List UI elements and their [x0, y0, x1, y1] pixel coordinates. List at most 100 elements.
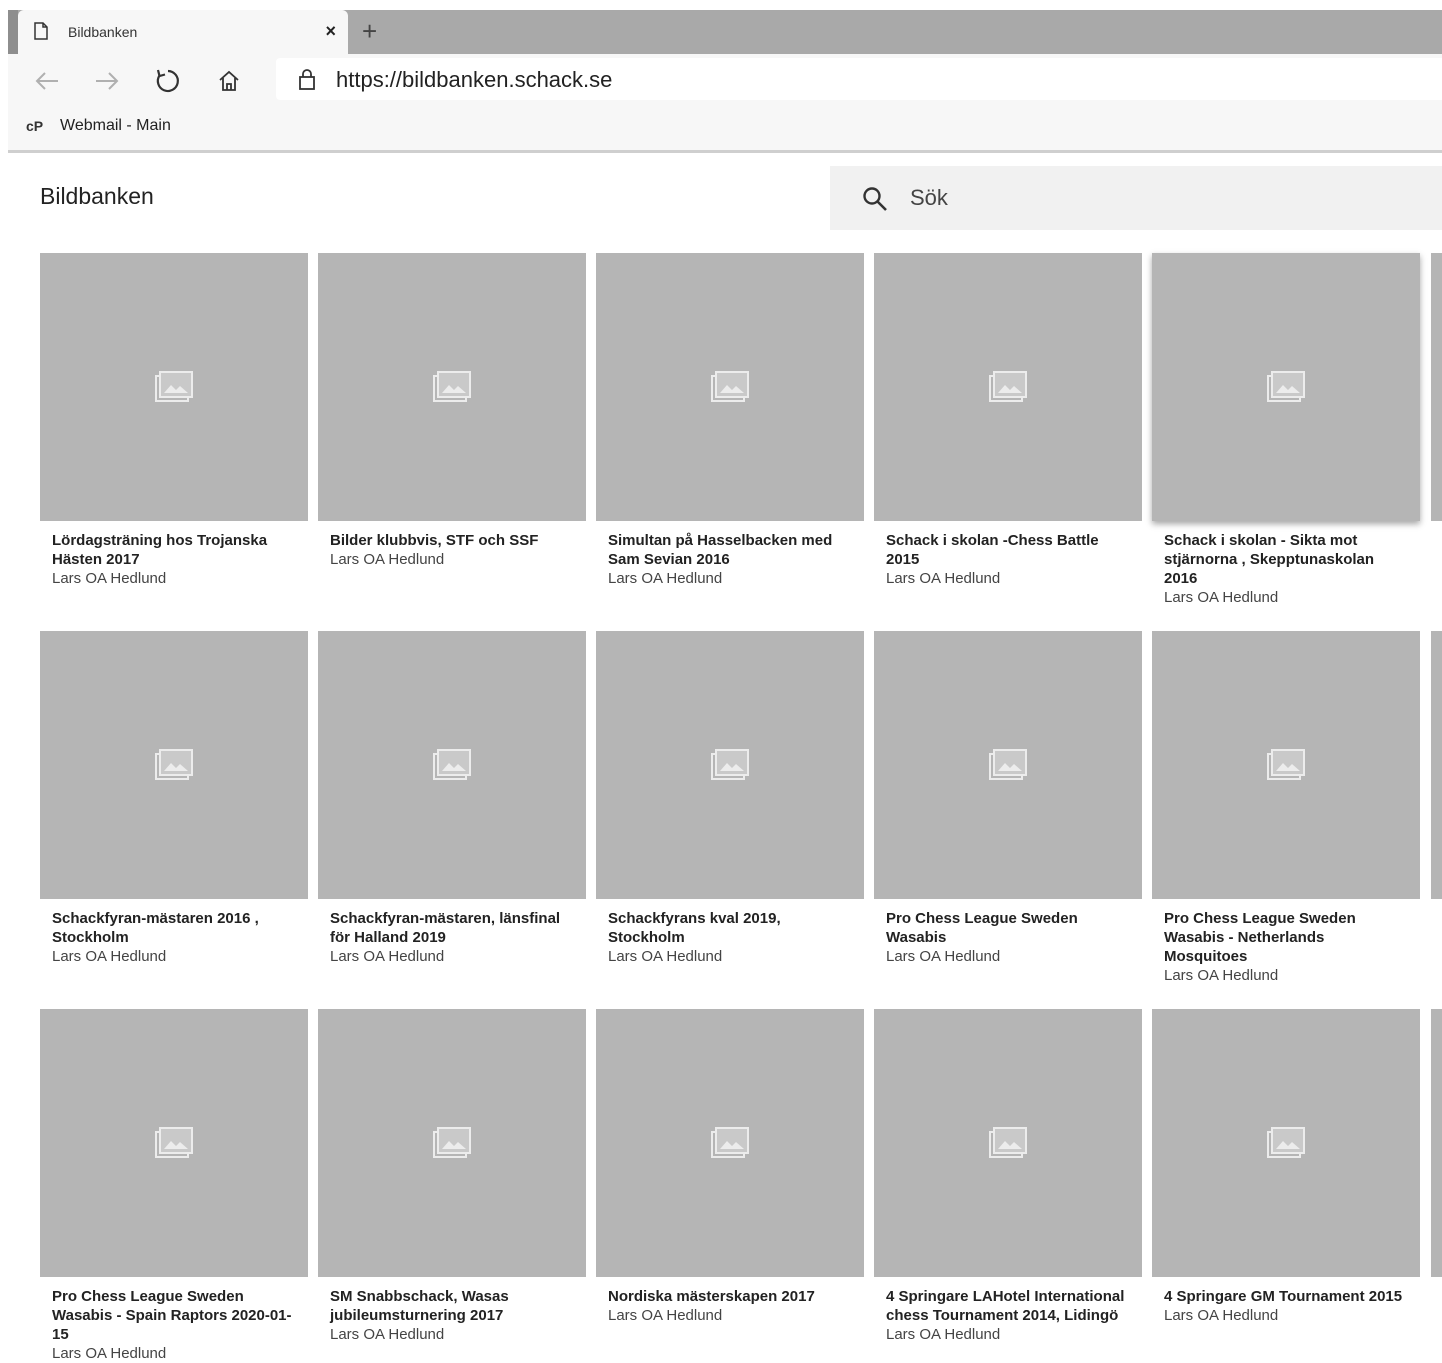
album-author: Lars OA Hedlund [330, 1326, 445, 1343]
album-thumbnail[interactable] [318, 253, 586, 521]
photo-placeholder-icon [433, 371, 471, 402]
album-thumbnail[interactable] [874, 253, 1142, 521]
album-thumbnail[interactable] [40, 253, 308, 521]
arrow-left-icon [35, 72, 58, 90]
album-card[interactable]: Pro Chess League Sweden Wasabis Lars OA H… [874, 631, 1142, 966]
album-author: Lars OA Hedlund [52, 948, 167, 965]
forward-button[interactable] [92, 66, 122, 96]
album-thumbnail[interactable] [596, 631, 864, 899]
page-icon [34, 22, 48, 40]
album-thumbnail[interactable] [40, 1009, 308, 1277]
photo-placeholder-icon [989, 1127, 1027, 1158]
album-title[interactable]: Schack i skolan -Chess Battle 2015 [886, 531, 1130, 569]
search-box[interactable] [830, 166, 1442, 230]
address-bar[interactable]: https://bildbanken.schack.se [276, 58, 1442, 100]
album-title[interactable]: 4 Springare GM Tournament 2015 [1164, 1287, 1408, 1306]
album-title[interactable]: Schackfyran-mästaren, länsfinal för Hall… [330, 909, 574, 947]
page-title[interactable]: Bildbanken [40, 183, 154, 210]
tab-bildbanken[interactable]: Bildbanken × [18, 10, 348, 54]
album-title[interactable]: Pro Chess League Sweden Wasabis - Nether… [1164, 909, 1408, 966]
bookmark-favicon-icon: cP [26, 118, 44, 134]
photo-placeholder-icon [989, 749, 1027, 780]
album-thumbnail[interactable] [874, 631, 1142, 899]
album-card[interactable]: SM Snabbschack, Wasas jubileumsturnering… [318, 1009, 586, 1344]
album-author: Lars OA Hedlund [330, 551, 445, 568]
url-text: https://bildbanken.schack.se [336, 67, 613, 92]
bookmark-webmail[interactable]: Webmail - Main [60, 117, 171, 135]
album-author: Lars OA Hedlund [330, 948, 445, 965]
album-thumbnail[interactable] [1152, 1009, 1420, 1277]
back-button[interactable] [32, 66, 62, 96]
album-thumbnail-partial[interactable] [1431, 631, 1442, 899]
album-title[interactable]: 4 Springare LAHotel International chess … [886, 1287, 1130, 1325]
album-card[interactable]: Lördagsträning hos Trojanska Hästen 2017… [40, 253, 308, 588]
album-card[interactable]: Schackfyran-mästaren 2016 , Stockholm Lar… [40, 631, 308, 966]
photo-placeholder-icon [711, 749, 749, 780]
album-author: Lars OA Hedlund [1164, 589, 1279, 606]
album-card[interactable]: Schack i skolan - Sikta mot stjärnorna ,… [1152, 253, 1420, 607]
photo-placeholder-icon [155, 749, 193, 780]
photo-placeholder-icon [433, 749, 471, 780]
album-author: Lars OA Hedlund [886, 570, 1001, 587]
album-thumbnail-partial[interactable] [1431, 1009, 1442, 1277]
album-thumbnail[interactable] [874, 1009, 1142, 1277]
album-card[interactable]: Pro Chess League Sweden Wasabis - Nether… [1152, 631, 1420, 985]
photo-placeholder-icon [1267, 371, 1305, 402]
album-thumbnail[interactable] [318, 1009, 586, 1277]
search-input[interactable] [910, 182, 1410, 214]
album-thumbnail[interactable] [596, 1009, 864, 1277]
search-icon[interactable] [862, 186, 888, 212]
photo-placeholder-icon [711, 1127, 749, 1158]
arrow-right-icon [96, 72, 119, 90]
album-title[interactable]: Nordiska mästerskapen 2017 [608, 1287, 852, 1306]
album-thumbnail-partial[interactable] [1431, 253, 1442, 521]
album-title[interactable]: Pro Chess League Sweden Wasabis [886, 909, 1130, 947]
photo-placeholder-icon [155, 1127, 193, 1158]
home-button[interactable] [214, 66, 244, 96]
album-author: Lars OA Hedlund [608, 570, 723, 587]
album-title[interactable]: Simultan på Hasselbacken med Sam Sevian … [608, 531, 852, 569]
album-title[interactable]: Schack i skolan - Sikta mot stjärnorna ,… [1164, 531, 1408, 588]
album-card[interactable]: 4 Springare LAHotel International chess … [874, 1009, 1142, 1344]
album-card[interactable]: Bilder klubbvis, STF och SSF Lars OA Hedl… [318, 253, 586, 569]
photo-placeholder-icon [155, 371, 193, 402]
album-card[interactable]: Nordiska mästerskapen 2017 Lars OA Hedlun… [596, 1009, 864, 1325]
bookmarks-bar: cP Webmail - Main [8, 108, 1442, 153]
album-author: Lars OA Hedlund [1164, 967, 1279, 984]
album-title[interactable]: Schackfyran-mästaren 2016 , Stockholm [52, 909, 296, 947]
album-title[interactable]: SM Snabbschack, Wasas jubileumsturnering… [330, 1287, 574, 1325]
tab-title: Bildbanken [68, 24, 138, 40]
album-card[interactable]: Schack i skolan -Chess Battle 2015 Lars O… [874, 253, 1142, 588]
tab-close-icon[interactable]: × [325, 21, 336, 41]
album-thumbnail[interactable] [318, 631, 586, 899]
album-title[interactable]: Bilder klubbvis, STF och SSF [330, 531, 574, 550]
album-card[interactable]: Simultan på Hasselbacken med Sam Sevian … [596, 253, 864, 588]
album-author: Lars OA Hedlund [886, 1326, 1001, 1343]
album-card[interactable]: Pro Chess League Sweden Wasabis - Spain … [40, 1009, 308, 1363]
refresh-button[interactable] [153, 66, 183, 96]
album-author: Lars OA Hedlund [608, 948, 723, 965]
photo-placeholder-icon [989, 371, 1027, 402]
home-icon [219, 70, 239, 91]
album-title[interactable]: Lördagsträning hos Trojanska Hästen 2017 [52, 531, 296, 569]
album-card[interactable]: 4 Springare GM Tournament 2015 Lars OA He… [1152, 1009, 1420, 1325]
album-title[interactable]: Schackfyrans kval 2019, Stockholm [608, 909, 852, 947]
new-tab-button[interactable]: + [362, 16, 377, 46]
album-thumbnail[interactable] [1152, 253, 1420, 521]
photo-placeholder-icon [433, 1127, 471, 1158]
album-thumbnail[interactable] [1152, 631, 1420, 899]
lock-icon [299, 69, 315, 90]
browser-toolbar: https://bildbanken.schack.se [8, 54, 1442, 108]
album-author: Lars OA Hedlund [52, 570, 167, 587]
tab-strip-edge [8, 10, 18, 54]
album-card[interactable]: Schackfyran-mästaren, länsfinal för Hall… [318, 631, 586, 966]
album-card[interactable]: Schackfyrans kval 2019, Stockholm Lars OA… [596, 631, 864, 966]
album-author: Lars OA Hedlund [886, 948, 1001, 965]
refresh-icon [156, 69, 179, 93]
photo-placeholder-icon [1267, 749, 1305, 780]
album-author: Lars OA Hedlund [1164, 1307, 1279, 1324]
album-title[interactable]: Pro Chess League Sweden Wasabis - Spain … [52, 1287, 296, 1344]
album-thumbnail[interactable] [596, 253, 864, 521]
photo-placeholder-icon [1267, 1127, 1305, 1158]
album-thumbnail[interactable] [40, 631, 308, 899]
